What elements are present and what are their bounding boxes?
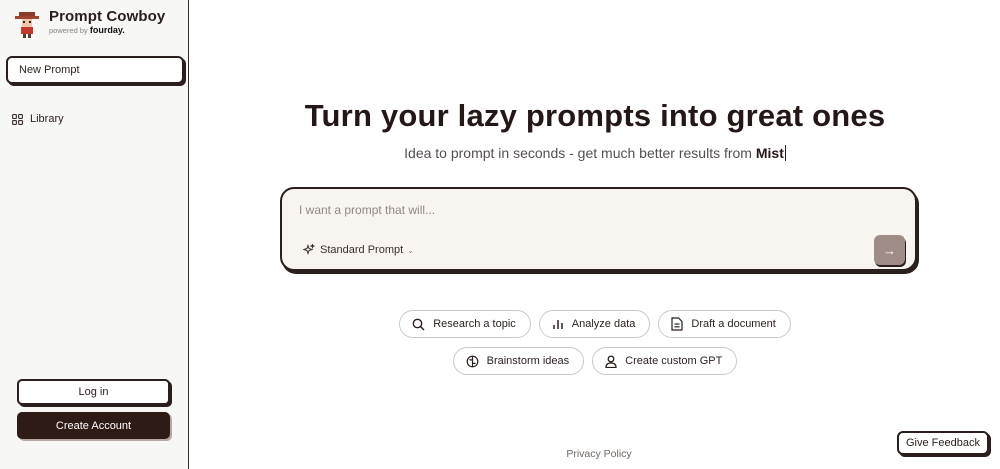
document-icon [671, 317, 683, 331]
prompt-mode-label: Standard Prompt [320, 244, 404, 256]
arrow-right-icon: → [883, 242, 896, 258]
prompt-input[interactable] [299, 203, 859, 217]
create-account-button[interactable]: Create Account [17, 412, 170, 439]
search-icon [412, 318, 425, 330]
sparkle-icon [303, 244, 315, 256]
chip-brainstorm-ideas[interactable]: Brainstorm ideas [452, 347, 585, 375]
typing-caret [784, 145, 786, 161]
model-name: Mist [755, 145, 784, 161]
privacy-policy-link[interactable]: Privacy Policy [190, 448, 1000, 460]
fourday-logo: fourday. [89, 25, 125, 35]
suggestion-row-1: Research a topic Analyze data Draft a do… [190, 310, 1000, 338]
chip-label: Draft a document [691, 318, 776, 330]
sidebar-item-library[interactable]: Library [12, 113, 64, 125]
chip-research-topic[interactable]: Research a topic [399, 310, 531, 338]
suggestion-row-2: Brainstorm ideas Create custom GPT [190, 347, 1000, 375]
page-title: Turn your lazy prompts into great ones [304, 98, 886, 133]
subtitle-text: Idea to prompt in seconds - get much bet… [404, 145, 756, 161]
chevron-down-icon: ⌄ [407, 245, 414, 255]
cowboy-logo-icon [15, 12, 39, 38]
chip-label: Brainstorm ideas [486, 355, 570, 367]
brand[interactable]: Prompt Cowboy powered by fourday. [14, 8, 165, 38]
bar-chart-icon [553, 320, 563, 329]
sidebar-item-label: Library [30, 113, 64, 125]
prompt-box: Standard Prompt ⌄ → [280, 187, 917, 271]
user-icon [605, 355, 617, 368]
chip-label: Analyze data [571, 318, 636, 330]
powered-by-label: powered by [49, 26, 88, 35]
chip-label: Create custom GPT [625, 355, 723, 367]
powered-by: powered by fourday. [49, 25, 165, 36]
send-button[interactable]: → [874, 235, 905, 265]
brain-icon [466, 355, 479, 367]
new-prompt-button[interactable]: New Prompt [6, 56, 184, 84]
grid-icon [12, 113, 23, 125]
brand-name: Prompt Cowboy [49, 8, 166, 25]
chip-label: Research a topic [433, 318, 516, 330]
chip-analyze-data[interactable]: Analyze data [538, 310, 651, 338]
page-subtitle: Idea to prompt in seconds - get much bet… [190, 145, 1000, 161]
login-button[interactable]: Log in [17, 379, 170, 405]
chip-draft-document[interactable]: Draft a document [658, 310, 791, 338]
give-feedback-button[interactable]: Give Feedback [897, 431, 989, 455]
prompt-mode-select[interactable]: Standard Prompt ⌄ [303, 244, 414, 256]
sidebar: Prompt Cowboy powered by fourday. New Pr… [0, 0, 189, 469]
chip-create-custom-gpt[interactable]: Create custom GPT [592, 347, 738, 375]
